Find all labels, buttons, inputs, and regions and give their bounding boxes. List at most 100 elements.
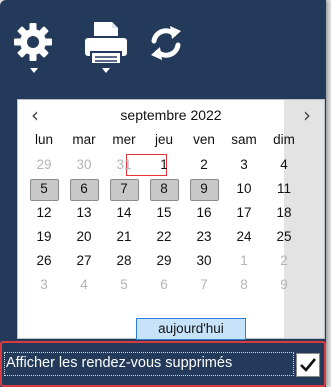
calendar-header: ‹ septembre 2022 › [18, 100, 324, 132]
month-title[interactable]: septembre 2022 [78, 107, 264, 123]
show-deleted-label[interactable]: Afficher les rendez-vous supprimés [6, 355, 232, 371]
calendar-day-number: 22 [156, 229, 172, 244]
calendar-day-number: 6 [160, 277, 168, 292]
next-month-button[interactable]: › [296, 104, 318, 126]
calendar-day[interactable]: 22 [144, 226, 184, 248]
show-deleted-option: Afficher les rendez-vous supprimés [0, 341, 326, 387]
calendar-day[interactable]: 2 [264, 250, 304, 272]
calendar-day-number: 24 [236, 229, 252, 244]
calendar-day[interactable]: 11 [264, 178, 304, 200]
calendar-day-number: 5 [120, 277, 128, 292]
printer-icon [85, 22, 127, 73]
calendar-day-number: 25 [276, 229, 292, 244]
calendar-day-number: 8 [240, 277, 248, 292]
print-button[interactable] [82, 22, 132, 82]
calendar-day[interactable]: 29 [24, 154, 64, 176]
calendar-day-number: 7 [200, 277, 208, 292]
gear-icon [14, 23, 52, 73]
calendar-day-number: 9 [200, 181, 208, 196]
calendar-day-number: 14 [116, 205, 132, 220]
calendar-day-number: 19 [36, 229, 52, 244]
calendar-day-number: 4 [80, 277, 88, 292]
calendar-day-number: 28 [116, 253, 132, 268]
weekday-header: lun mar mer jeu ven sam dim [18, 132, 324, 152]
calendar-day-number: 6 [80, 181, 88, 196]
calendar-day[interactable]: 29 [144, 250, 184, 272]
calendar-day[interactable]: 1 [224, 250, 264, 272]
calendar-day-number: 1 [160, 157, 168, 172]
calendar-day[interactable]: 6 [64, 178, 104, 201]
calendar-day-number: 7 [120, 181, 128, 196]
weekday-label: mar [72, 132, 96, 147]
refresh-icon [151, 26, 181, 60]
calendar-day[interactable]: 13 [64, 202, 104, 224]
calendar-day-number: 20 [76, 229, 92, 244]
calendar-day[interactable]: 5 [104, 274, 144, 296]
calendar-day-number: 9 [280, 277, 288, 292]
weekday-label: sam [231, 132, 257, 147]
calendar-day[interactable]: 9 [184, 178, 224, 201]
calendar-day[interactable]: 30 [64, 154, 104, 176]
calendar-day-number: 16 [196, 205, 212, 220]
calendar-day-number: 27 [76, 253, 92, 268]
calendar-day-number: 21 [116, 229, 132, 244]
calendar-day[interactable]: 18 [264, 202, 304, 224]
weekday-label: jeu [154, 132, 173, 147]
calendar-day[interactable]: 7 [184, 274, 224, 296]
calendar-day[interactable]: 25 [264, 226, 304, 248]
calendar-day-number: 31 [116, 157, 132, 172]
calendar-day[interactable]: 10 [224, 178, 264, 200]
calendar-day[interactable]: 8 [144, 178, 184, 201]
calendar-day-number: 4 [280, 157, 288, 172]
toolbar [0, 0, 326, 86]
weekday-label: mer [112, 132, 136, 147]
calendar-day[interactable]: 19 [24, 226, 64, 248]
calendar-day[interactable]: 16 [184, 202, 224, 224]
calendar-day[interactable]: 3 [24, 274, 64, 296]
calendar-day[interactable]: 5 [24, 178, 64, 201]
calendar-day[interactable]: 15 [144, 202, 184, 224]
dropdown-caret-icon [102, 68, 110, 73]
calendar-day[interactable]: 2 [184, 154, 224, 176]
calendar-day-number: 5 [40, 181, 48, 196]
refresh-button[interactable] [148, 22, 198, 82]
calendar-day[interactable]: 27 [64, 250, 104, 272]
calendar-day[interactable]: 21 [104, 226, 144, 248]
calendar-day-number: 26 [36, 253, 52, 268]
calendar-day[interactable]: 9 [264, 274, 304, 296]
window-frame: ‹ septembre 2022 › lun mar mer jeu ven sam dim… [0, 0, 331, 387]
calendar-day[interactable]: 30 [184, 250, 224, 272]
calendar-day[interactable]: 4 [64, 274, 104, 296]
agenda-panel: ‹ septembre 2022 › lun mar mer jeu ven sam dim… [0, 0, 326, 387]
calendar-day[interactable]: 12 [24, 202, 64, 224]
calendar-day[interactable]: 6 [144, 274, 184, 296]
show-deleted-checkbox[interactable] [296, 353, 320, 377]
calendar-day-number: 29 [36, 157, 52, 172]
calendar-day-number: 29 [156, 253, 172, 268]
today-button[interactable]: aujourd'hui [136, 318, 246, 340]
calendar-day[interactable]: 20 [64, 226, 104, 248]
calendar-day-number: 15 [156, 205, 172, 220]
calendar-day[interactable]: 4 [264, 154, 304, 176]
calendar-day[interactable]: 24 [224, 226, 264, 248]
calendar-day-number: 3 [40, 277, 48, 292]
settings-button[interactable] [14, 22, 64, 82]
calendar-day[interactable]: 14 [104, 202, 144, 224]
calendar-day[interactable]: 28 [104, 250, 144, 272]
calendar: ‹ septembre 2022 › lun mar mer jeu ven sam dim… [17, 99, 325, 340]
calendar-day[interactable]: 17 [224, 202, 264, 224]
calendar-day-number: 30 [196, 253, 212, 268]
calendar-day[interactable]: 26 [24, 250, 64, 272]
checkmark-icon [300, 358, 317, 372]
calendar-day[interactable]: 23 [184, 226, 224, 248]
calendar-day-number: 10 [236, 181, 252, 196]
calendar-day-number: 11 [276, 181, 291, 196]
calendar-day[interactable]: 8 [224, 274, 264, 296]
calendar-day-number: 12 [36, 205, 52, 220]
prev-month-button[interactable]: ‹ [24, 104, 46, 126]
calendar-day-number: 13 [76, 205, 92, 220]
calendar-day-number: 30 [76, 157, 92, 172]
calendar-day[interactable]: 7 [104, 178, 144, 201]
calendar-day[interactable]: 3 [224, 154, 264, 176]
calendar-day-number: 8 [160, 181, 168, 196]
